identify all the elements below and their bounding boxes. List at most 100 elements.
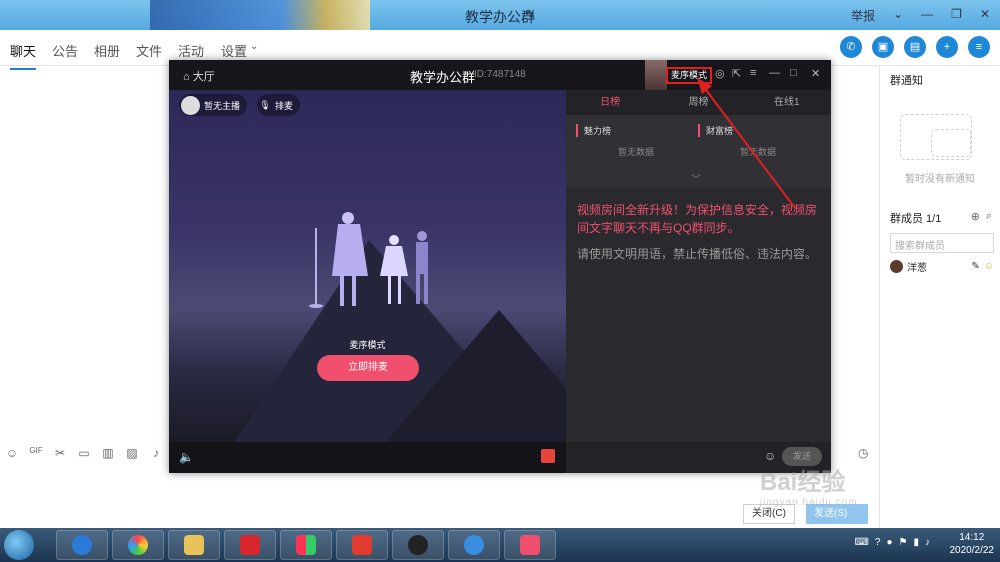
expand-chevron-icon[interactable]: ﹀ <box>691 171 701 186</box>
keyboard-icon[interactable]: ⌨ <box>854 537 868 548</box>
tab-album[interactable]: 相册 <box>94 41 120 60</box>
edit-icon[interactable]: ✎ <box>971 261 979 272</box>
scissors-icon[interactable]: ✂ <box>53 446 67 460</box>
tab-settings[interactable]: 设置 <box>221 41 247 60</box>
network-icon[interactable]: ▮ <box>913 537 919 548</box>
tab-chat[interactable]: 聊天 <box>10 41 37 70</box>
charm-rank-title: 魅力榜 <box>576 124 611 137</box>
add-app-icon[interactable]: + <box>936 36 958 58</box>
youdao-icon[interactable] <box>224 530 276 560</box>
close-icon[interactable]: ✕ <box>980 7 990 24</box>
lobby-link[interactable]: ⌂ 大厅 <box>183 68 215 84</box>
tab-weekly[interactable]: 周榜 <box>654 90 742 115</box>
file-explorer-icon[interactable] <box>168 530 220 560</box>
emoji-icon[interactable]: ☺ <box>5 446 19 460</box>
member-search-input[interactable]: 搜索群成员 <box>890 233 994 253</box>
gif-icon[interactable]: GIF <box>29 446 43 460</box>
video-room-icon[interactable]: ▣ <box>872 36 894 58</box>
input-toolbar: ☺ GIF ✂ ▭ ▥ ▨ ♪ <box>5 446 163 460</box>
qq-tray-icon[interactable]: ● <box>886 537 892 548</box>
avatar <box>890 259 903 273</box>
add-member-icon[interactable]: ⊕ <box>971 210 980 223</box>
clock-time: 14:12 <box>959 532 985 543</box>
member-row[interactable]: 洋葱 ✎ ☺ <box>890 258 994 274</box>
volume-icon[interactable]: ♪ <box>925 537 930 548</box>
browser-globe-icon[interactable] <box>448 530 500 560</box>
charm-rank-empty: 暂无数据 <box>618 147 655 157</box>
tab-announcement[interactable]: 公告 <box>52 41 78 60</box>
qq-icon[interactable] <box>392 530 444 560</box>
start-button[interactable] <box>4 530 34 560</box>
tab-files[interactable]: 文件 <box>136 41 162 60</box>
queue-label: 排麦 <box>275 100 294 111</box>
tab-online[interactable]: 在线1 <box>743 90 831 115</box>
gift-icon[interactable] <box>541 449 555 463</box>
members-tools: ⊕ ⌕ <box>971 210 992 223</box>
tiles-app-icon[interactable] <box>280 530 332 560</box>
join-queue-button[interactable]: 立即排麦 <box>317 355 419 381</box>
office-app-icon[interactable] <box>336 530 388 560</box>
minimize-icon[interactable]: — <box>921 7 933 24</box>
room-id: ID:7487148 <box>474 69 526 80</box>
report-link[interactable]: 举报 <box>851 7 875 24</box>
tab-activity[interactable]: 活动 <box>178 41 204 60</box>
host-label: 暂无主播 <box>204 100 241 111</box>
queue-chip[interactable]: 🎙 排麦 <box>257 94 301 116</box>
rank-tabs: 日榜 周榜 在线1 <box>566 90 831 115</box>
group-side-panel: 群通知 暂时没有新通知 群成员 1/1 ⊕ ⌕ 搜索群成员 洋葱 ✎ ☺ <box>879 66 1000 528</box>
flag-icon[interactable]: ⚑ <box>899 537 908 548</box>
image-icon[interactable]: ▨ <box>125 446 139 460</box>
windows-taskbar: ⌨ ? ● ⚑ ▮ ♪ 14:12 2020/2/22 <box>0 528 1000 562</box>
color-app-icon[interactable] <box>112 530 164 560</box>
title-bar: 教学办公群 ✎ 举报 ⌄ — ❐ ✕ <box>0 0 1000 30</box>
room-header: ⌂ 大厅 教学办公群 ID:7487148 麦序模式 ◎ ⇱ ≡ — □ ✕ <box>169 60 831 90</box>
video-room-window: ⌂ 大厅 教学办公群 ID:7487148 麦序模式 ◎ ⇱ ≡ — □ ✕ 暂… <box>169 60 831 473</box>
camera-thumbnail <box>645 60 667 90</box>
doc-icon[interactable]: ▥ <box>101 446 115 460</box>
phone-icon[interactable]: ✆ <box>840 36 862 58</box>
mic-queue-mode-button[interactable]: 麦序模式 <box>666 67 712 84</box>
room-title: 教学办公群 <box>410 70 476 85</box>
wealth-rank-empty: 暂无数据 <box>740 147 777 157</box>
members-title: 群成员 1/1 <box>890 213 942 225</box>
history-icon[interactable]: ◷ <box>858 446 868 460</box>
settings-icon[interactable]: ◎ <box>715 67 725 80</box>
share-screen-icon[interactable]: ▤ <box>904 36 926 58</box>
settings-chevron-icon[interactable]: ⌄ <box>250 41 258 52</box>
more-icon[interactable]: ≡ <box>968 36 990 58</box>
maximize-icon[interactable]: □ <box>790 67 797 79</box>
window-title: 教学办公群 <box>465 9 535 25</box>
restore-icon[interactable]: ❐ <box>951 7 962 24</box>
help-icon[interactable]: ? <box>875 537 881 548</box>
room-side-panel: 日榜 周榜 在线1 魅力榜 财富榜 暂无数据 暂无数据 ﹀ 视频房间全新升级！为… <box>566 90 831 473</box>
minimize-icon[interactable]: — <box>769 67 780 79</box>
edit-name-icon[interactable]: ✎ <box>525 7 536 23</box>
collapse-icon[interactable]: ⌄ <box>893 7 903 24</box>
stage-footer: 🔈 <box>169 442 566 473</box>
system-message-rules: 请使用文明用语，禁止传播低俗、违法内容。 <box>577 247 818 261</box>
taskbar-apps <box>56 530 556 560</box>
search-icon[interactable]: ⌕ <box>986 210 992 223</box>
bell-icon[interactable]: ♪ <box>149 446 163 460</box>
system-message-upgrade: 视频房间全新升级！为保护信息安全，视频房间文字聊天不再与QQ群同步。 <box>577 203 818 235</box>
popout-icon[interactable]: ⇱ <box>732 67 741 80</box>
taskbar-clock[interactable]: 14:12 2020/2/22 <box>950 531 995 557</box>
group-tools: ✆ ▣ ▤ + ≡ <box>840 36 990 58</box>
folder-icon[interactable]: ▭ <box>77 446 91 460</box>
tab-daily[interactable]: 日榜 <box>566 90 654 115</box>
close-icon[interactable]: ✕ <box>811 67 820 80</box>
volume-icon[interactable]: 🔈 <box>179 450 194 464</box>
baidu-watermark: Bai经验 jingyan.baidu.com <box>760 462 858 508</box>
sogou-browser-icon[interactable] <box>56 530 108 560</box>
host-chip[interactable]: 暂无主播 <box>179 94 248 116</box>
clock-date: 2020/2/22 <box>949 545 995 556</box>
watermark-main: Bai经验 <box>760 469 846 496</box>
window-controls: 举报 ⌄ — ❐ ✕ <box>851 7 990 24</box>
menu-icon[interactable]: ≡ <box>750 67 756 79</box>
rank-boards: 魅力榜 财富榜 暂无数据 暂无数据 ﹀ <box>566 115 831 187</box>
stage-mode-label: 麦序模式 <box>349 340 386 350</box>
emoji-icon[interactable]: ☺ <box>764 449 776 463</box>
video-stage: 暂无主播 🎙 排麦 麦序模式 立即排麦 <box>169 90 566 442</box>
wealth-rank-title: 财富榜 <box>698 124 733 137</box>
qq-room-icon[interactable] <box>504 530 556 560</box>
